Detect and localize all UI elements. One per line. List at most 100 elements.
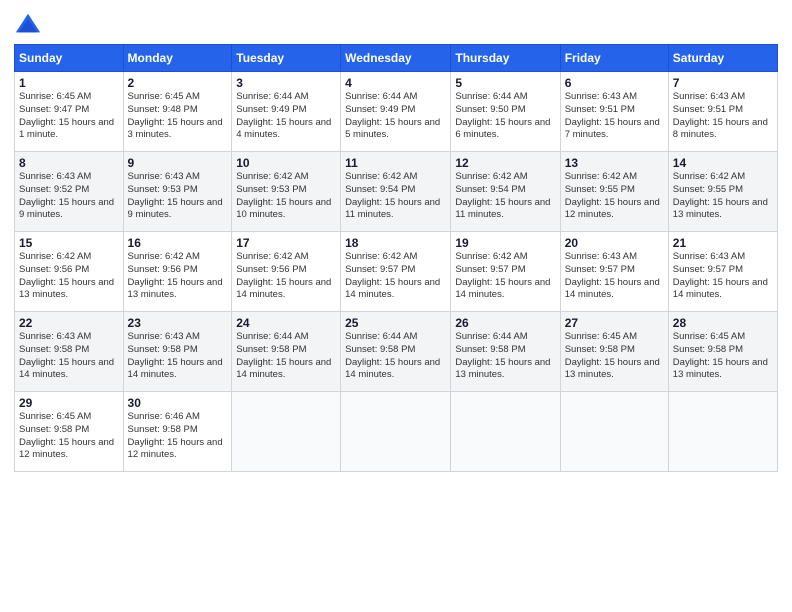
logo-icon [14,10,42,38]
week-row-1: 1Sunrise: 6:45 AMSunset: 9:47 PMDaylight… [15,72,778,152]
empty-cell [560,392,668,472]
day-number: 24 [236,316,336,330]
day-number: 29 [19,396,119,410]
week-row-5: 29Sunrise: 6:45 AMSunset: 9:58 PMDayligh… [15,392,778,472]
header-cell-friday: Friday [560,45,668,72]
day-number: 28 [673,316,773,330]
day-number: 16 [128,236,228,250]
day-cell-9: 9Sunrise: 6:43 AMSunset: 9:53 PMDaylight… [123,152,232,232]
day-number: 14 [673,156,773,170]
day-info: Sunrise: 6:42 AMSunset: 9:56 PMDaylight:… [236,251,336,302]
day-number: 13 [565,156,664,170]
day-number: 22 [19,316,119,330]
header-cell-wednesday: Wednesday [341,45,451,72]
day-number: 19 [455,236,555,250]
header-cell-tuesday: Tuesday [232,45,341,72]
day-number: 10 [236,156,336,170]
day-info: Sunrise: 6:42 AMSunset: 9:57 PMDaylight:… [455,251,555,302]
day-info: Sunrise: 6:42 AMSunset: 9:56 PMDaylight:… [19,251,119,302]
week-row-4: 22 Sunrise: 6:43 AMSunset: 9:58 PMDayligh… [15,312,778,392]
day-cell-25: 25Sunrise: 6:44 AMSunset: 9:58 PMDayligh… [341,312,451,392]
day-info: Sunrise: 6:44 AMSunset: 9:58 PMDaylight:… [236,331,336,382]
day-number: 30 [128,396,228,410]
day-cell-14: 14Sunrise: 6:42 AMSunset: 9:55 PMDayligh… [668,152,777,232]
header-row: SundayMondayTuesdayWednesdayThursdayFrid… [15,45,778,72]
day-info: Sunrise: 6:43 AMSunset: 9:51 PMDaylight:… [565,91,664,142]
day-cell-1: 1Sunrise: 6:45 AMSunset: 9:47 PMDaylight… [15,72,124,152]
day-info: Sunrise: 6:44 AMSunset: 9:58 PMDaylight:… [345,331,446,382]
day-number: 11 [345,156,446,170]
day-cell-21: 21Sunrise: 6:43 AMSunset: 9:57 PMDayligh… [668,232,777,312]
day-info: Sunrise: 6:45 AMSunset: 9:58 PMDaylight:… [673,331,773,382]
day-cell-20: 20Sunrise: 6:43 AMSunset: 9:57 PMDayligh… [560,232,668,312]
day-cell-3: 3Sunrise: 6:44 AMSunset: 9:49 PMDaylight… [232,72,341,152]
header-cell-thursday: Thursday [451,45,560,72]
day-number: 2 [128,76,228,90]
day-info: Sunrise: 6:42 AMSunset: 9:53 PMDaylight:… [236,171,336,222]
day-cell-23: 23Sunrise: 6:43 AMSunset: 9:58 PMDayligh… [123,312,232,392]
day-cell-28: 28Sunrise: 6:45 AMSunset: 9:58 PMDayligh… [668,312,777,392]
week-row-2: 8Sunrise: 6:43 AMSunset: 9:52 PMDaylight… [15,152,778,232]
day-cell-6: 6Sunrise: 6:43 AMSunset: 9:51 PMDaylight… [560,72,668,152]
day-cell-30: 30Sunrise: 6:46 AMSunset: 9:58 PMDayligh… [123,392,232,472]
day-cell-17: 17Sunrise: 6:42 AMSunset: 9:56 PMDayligh… [232,232,341,312]
day-number: 18 [345,236,446,250]
day-info: Sunrise: 6:43 AMSunset: 9:58 PMDaylight:… [128,331,228,382]
day-info: Sunrise: 6:45 AMSunset: 9:48 PMDaylight:… [128,91,228,142]
day-cell-12: 12Sunrise: 6:42 AMSunset: 9:54 PMDayligh… [451,152,560,232]
week-row-3: 15Sunrise: 6:42 AMSunset: 9:56 PMDayligh… [15,232,778,312]
page-container: SundayMondayTuesdayWednesdayThursdayFrid… [0,0,792,482]
day-cell-8: 8Sunrise: 6:43 AMSunset: 9:52 PMDaylight… [15,152,124,232]
day-cell-11: 11Sunrise: 6:42 AMSunset: 9:54 PMDayligh… [341,152,451,232]
day-info: Sunrise: 6:46 AMSunset: 9:58 PMDaylight:… [128,411,228,462]
day-cell-22: 22Sunrise: 6:43 AMSunset: 9:58 PMDayligh… [15,312,124,392]
empty-cell [232,392,341,472]
day-info: Sunrise: 6:44 AMSunset: 9:49 PMDaylight:… [236,91,336,142]
day-cell-4: 4Sunrise: 6:44 AMSunset: 9:49 PMDaylight… [341,72,451,152]
day-number: 5 [455,76,555,90]
day-number: 27 [565,316,664,330]
empty-cell [668,392,777,472]
day-cell-26: 26Sunrise: 6:44 AMSunset: 9:58 PMDayligh… [451,312,560,392]
day-number: 25 [345,316,446,330]
day-info: Sunrise: 6:42 AMSunset: 9:55 PMDaylight:… [565,171,664,222]
day-cell-29: 29Sunrise: 6:45 AMSunset: 9:58 PMDayligh… [15,392,124,472]
day-info: Sunrise: 6:45 AMSunset: 9:58 PMDaylight:… [565,331,664,382]
day-info: Sunrise: 6:44 AMSunset: 9:49 PMDaylight:… [345,91,446,142]
day-cell-7: 7Sunrise: 6:43 AMSunset: 9:51 PMDaylight… [668,72,777,152]
day-info: Sunrise: 6:42 AMSunset: 9:54 PMDaylight:… [455,171,555,222]
day-info: Sunrise: 6:45 AMSunset: 9:47 PMDaylight:… [19,91,119,142]
day-number: 21 [673,236,773,250]
empty-cell [451,392,560,472]
day-cell-13: 13Sunrise: 6:42 AMSunset: 9:55 PMDayligh… [560,152,668,232]
day-number: 20 [565,236,664,250]
day-info: Sunrise: 6:42 AMSunset: 9:56 PMDaylight:… [128,251,228,302]
day-cell-2: 2Sunrise: 6:45 AMSunset: 9:48 PMDaylight… [123,72,232,152]
day-number: 26 [455,316,555,330]
day-cell-5: 5Sunrise: 6:44 AMSunset: 9:50 PMDaylight… [451,72,560,152]
day-info: Sunrise: 6:42 AMSunset: 9:57 PMDaylight:… [345,251,446,302]
day-number: 23 [128,316,228,330]
header-cell-sunday: Sunday [15,45,124,72]
day-info: Sunrise: 6:43 AMSunset: 9:52 PMDaylight:… [19,171,119,222]
day-cell-24: 24Sunrise: 6:44 AMSunset: 9:58 PMDayligh… [232,312,341,392]
day-info: Sunrise: 6:44 AMSunset: 9:58 PMDaylight:… [455,331,555,382]
day-cell-18: 18Sunrise: 6:42 AMSunset: 9:57 PMDayligh… [341,232,451,312]
header [14,10,778,38]
day-number: 15 [19,236,119,250]
day-number: 3 [236,76,336,90]
day-number: 17 [236,236,336,250]
day-info: Sunrise: 6:43 AMSunset: 9:53 PMDaylight:… [128,171,228,222]
day-number: 1 [19,76,119,90]
day-info: Sunrise: 6:44 AMSunset: 9:50 PMDaylight:… [455,91,555,142]
day-info: Sunrise: 6:43 AMSunset: 9:51 PMDaylight:… [673,91,773,142]
day-cell-19: 19Sunrise: 6:42 AMSunset: 9:57 PMDayligh… [451,232,560,312]
day-info: Sunrise: 6:43 AMSunset: 9:57 PMDaylight:… [673,251,773,302]
day-number: 6 [565,76,664,90]
day-number: 9 [128,156,228,170]
day-cell-10: 10Sunrise: 6:42 AMSunset: 9:53 PMDayligh… [232,152,341,232]
day-number: 8 [19,156,119,170]
header-cell-monday: Monday [123,45,232,72]
calendar-table: SundayMondayTuesdayWednesdayThursdayFrid… [14,44,778,472]
day-number: 7 [673,76,773,90]
